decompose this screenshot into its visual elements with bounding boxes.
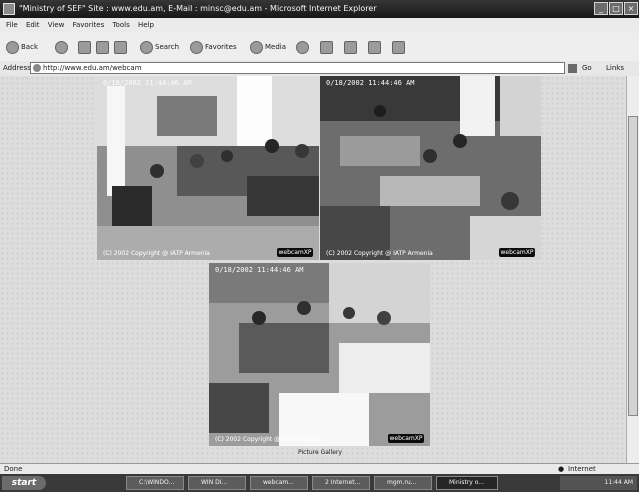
media-button[interactable]: Media — [250, 39, 286, 55]
window-title: "Ministry of SEF" Site : www.edu.am, E-M… — [19, 4, 377, 13]
search-button[interactable]: Search — [140, 39, 179, 55]
back-arrow-icon — [6, 40, 19, 54]
start-button[interactable]: start — [2, 476, 46, 490]
refresh-button[interactable] — [96, 39, 111, 55]
links-button[interactable]: Links — [606, 61, 624, 76]
home-icon — [114, 40, 127, 54]
discuss-icon — [392, 40, 405, 54]
address-url: http://www.edu.am/webcam — [43, 64, 142, 72]
printer-icon — [344, 40, 357, 54]
maximize-button[interactable]: □ — [609, 2, 623, 15]
search-icon — [140, 40, 153, 54]
webcam-2-timestamp: 0/18/2002 11:44:46 AM — [326, 79, 415, 87]
ie-app-icon — [3, 3, 15, 15]
dropdown-arrow-icon[interactable] — [568, 64, 577, 73]
stop-button[interactable] — [78, 39, 93, 55]
menu-bar: File Edit View Favorites Tools Help — [0, 18, 639, 33]
scrollbar-thumb[interactable] — [628, 116, 638, 416]
system-tray: 11:44 AM — [560, 476, 637, 490]
webcam-1-footer: (C) 2002 Copyright @ IATP Armenia — [103, 250, 210, 257]
webcam-2-footer: (C) 2002 Copyright @ IATP Armenia — [326, 250, 433, 257]
taskbar-button-1[interactable]: C:\WINDO... — [126, 476, 184, 490]
address-label: Address — [3, 64, 31, 72]
webcam-image-1: 0/18/2002 11:44:46 AM (C) 2002 Copyright… — [97, 76, 319, 260]
edit-button[interactable] — [368, 39, 383, 55]
close-button[interactable]: × — [624, 2, 638, 15]
taskbar-button-6[interactable]: Ministry o... — [436, 476, 498, 490]
page-content: 0/18/2002 11:44:46 AM (C) 2002 Copyright… — [0, 76, 626, 463]
taskbar-button-3[interactable]: webcam... — [250, 476, 308, 490]
address-input[interactable]: http://www.edu.am/webcam — [30, 62, 565, 74]
home-button[interactable] — [114, 39, 129, 55]
webcam-image-3: 0/18/2002 11:44:46 AM (C) 2002 Copyright… — [209, 263, 430, 446]
refresh-icon — [96, 40, 109, 54]
forward-button[interactable] — [55, 39, 70, 55]
webcam-3-timestamp: 0/18/2002 11:44:46 AM — [215, 266, 304, 274]
toolbar: Back Search Favorites Media — [0, 33, 639, 62]
webcam-3-logo: webcamXP — [388, 434, 424, 443]
print-button[interactable] — [344, 39, 359, 55]
menu-favorites[interactable]: Favorites — [73, 21, 105, 29]
discuss-button[interactable] — [392, 39, 407, 55]
menu-edit[interactable]: Edit — [26, 21, 40, 29]
classroom-photo-1 — [97, 76, 319, 260]
mail-button[interactable] — [320, 39, 335, 55]
webcam-3-footer: (C) 2002 Copyright @ IATP Armenia — [215, 436, 322, 443]
edit-icon — [368, 40, 381, 54]
go-button[interactable]: Go — [582, 61, 592, 76]
webcam-2-logo: webcamXP — [499, 248, 535, 257]
picture-gallery-link[interactable]: Picture Gallery — [280, 449, 360, 456]
webcam-image-2: 0/18/2002 11:44:46 AM (C) 2002 Copyright… — [320, 76, 541, 260]
media-icon — [250, 40, 263, 54]
vertical-scrollbar[interactable] — [626, 76, 639, 463]
taskbar-button-4[interactable]: 2 Internet... — [312, 476, 370, 490]
menu-tools[interactable]: Tools — [112, 21, 129, 29]
star-icon — [190, 40, 203, 54]
address-bar: Address http://www.edu.am/webcam Go Link… — [0, 61, 639, 77]
taskbar-button-2[interactable]: WIN DI... — [188, 476, 246, 490]
webcam-1-timestamp: 0/18/2002 11:44:46 AM — [103, 79, 192, 87]
minimize-button[interactable]: _ — [594, 2, 608, 15]
taskbar: start C:\WINDO... WIN DI... webcam... 2 … — [0, 474, 639, 492]
clock: 11:44 AM — [604, 479, 633, 486]
history-icon — [296, 40, 309, 54]
classroom-photo-3 — [209, 263, 430, 446]
menu-file[interactable]: File — [6, 21, 18, 29]
favorites-button[interactable]: Favorites — [190, 39, 237, 55]
history-button[interactable] — [296, 39, 311, 55]
classroom-photo-2 — [320, 76, 541, 260]
menu-help[interactable]: Help — [138, 21, 154, 29]
back-button[interactable]: Back — [6, 39, 38, 55]
page-icon — [33, 64, 41, 72]
stop-icon — [78, 40, 91, 54]
webcam-1-logo: webcamXP — [277, 248, 313, 257]
mail-icon — [320, 40, 333, 54]
forward-arrow-icon — [55, 40, 68, 54]
title-bar: "Ministry of SEF" Site : www.edu.am, E-M… — [0, 0, 639, 18]
menu-view[interactable]: View — [48, 21, 65, 29]
taskbar-button-5[interactable]: mgm.ru... — [374, 476, 432, 490]
